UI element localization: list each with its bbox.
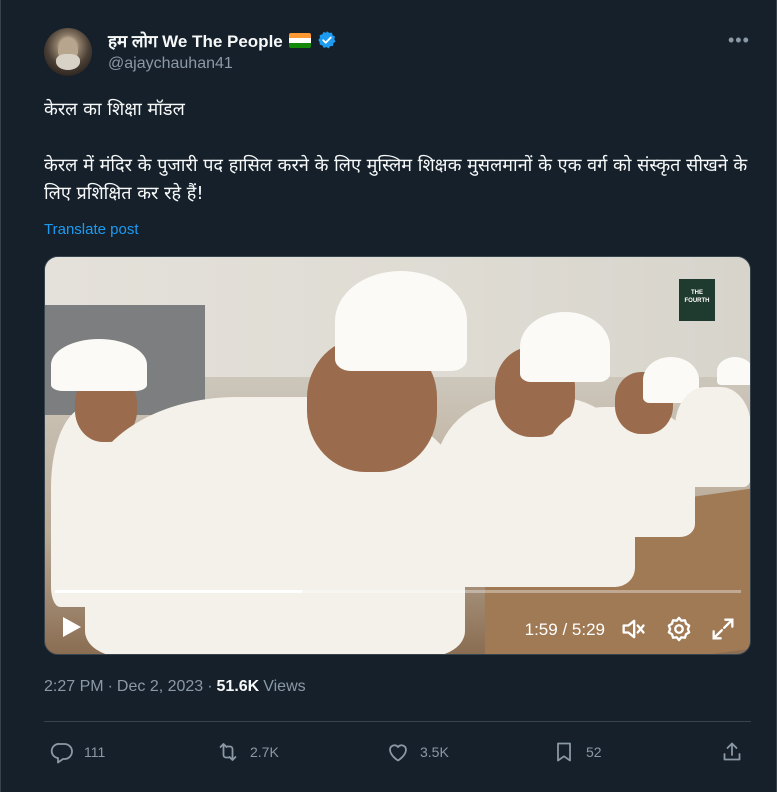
meta-dot: ·	[107, 678, 113, 695]
video-controls: 1:59 / 5:29	[45, 609, 750, 649]
share-icon	[723, 742, 741, 761]
india-flag-icon	[288, 32, 311, 48]
repost-button[interactable]: 2.7K	[216, 736, 279, 768]
video-time: 1:59 / 5:29	[525, 620, 605, 640]
translate-post-link[interactable]: Translate post	[44, 221, 139, 238]
video-progress-fill	[55, 590, 302, 593]
like-count: 3.5K	[420, 744, 449, 760]
video-frame-student-cap	[520, 312, 610, 382]
heart-icon	[389, 744, 407, 762]
actions-divider	[44, 721, 751, 722]
author-name-row: हम लोग We The People	[108, 29, 337, 51]
left-border	[0, 0, 1, 792]
video-progress-bar[interactable]	[55, 590, 741, 593]
views-label: Views	[263, 678, 306, 695]
tweet-date[interactable]: Dec 2, 2023	[117, 678, 203, 696]
author-display-name[interactable]: हम लोग We The People	[108, 29, 283, 52]
play-icon[interactable]	[63, 617, 81, 637]
settings-icon[interactable]	[665, 615, 693, 643]
bookmark-button[interactable]: 52	[552, 736, 602, 768]
bookmark-icon	[557, 742, 571, 762]
video-frame-student-cap	[717, 357, 750, 385]
channel-logo-line-1: THE	[691, 290, 703, 296]
video-duration: 5:29	[571, 620, 605, 639]
reply-icon	[50, 743, 73, 764]
channel-logo: THE FOURTH	[679, 279, 715, 321]
reply-count: 111	[84, 744, 106, 760]
video-current-time: 1:59	[524, 620, 558, 639]
tweet-paragraph-1: केरल का शिक्षा मॉडल	[44, 99, 185, 120]
video-time-separator: /	[562, 620, 568, 639]
video-frame-student	[545, 407, 695, 537]
video-player[interactable]: THE FOURTH 1:59 / 5:29	[44, 256, 751, 655]
tweet-text: केरल का शिक्षा मॉडल केरल में मंदिर के पु…	[44, 96, 756, 208]
video-frame-student-cap	[335, 271, 467, 371]
volume-icon[interactable]	[619, 615, 647, 643]
bookmark-count: 52	[586, 744, 602, 760]
views-count: 51.6K	[216, 678, 260, 695]
avatar-beard	[56, 54, 80, 70]
repost-count: 2.7K	[250, 744, 279, 760]
video-frame-student-cap	[51, 339, 147, 391]
author-handle[interactable]: @ajaychauhan41	[108, 55, 233, 73]
channel-logo-line-2: FOURTH	[684, 298, 710, 304]
share-button[interactable]	[720, 736, 744, 768]
meta-dot: ·	[207, 678, 213, 695]
tweet-meta: 2:27 PM · Dec 2, 2023 · 51.6K Views	[44, 678, 306, 696]
verified-badge-icon[interactable]	[317, 30, 337, 50]
tweet-paragraph-2: केरल में मंदिर के पुजारी पद हासिल करने क…	[44, 155, 748, 204]
tweet-actions: 111 2.7K 3.5K 52	[44, 736, 751, 768]
more-options-icon[interactable]: •••	[728, 30, 750, 51]
reply-button[interactable]: 111	[50, 736, 105, 768]
video-frame-student	[675, 387, 750, 487]
like-button[interactable]: 3.5K	[386, 736, 449, 768]
fullscreen-icon[interactable]	[709, 615, 737, 643]
tweet-time[interactable]: 2:27 PM	[44, 678, 104, 696]
author-avatar[interactable]	[44, 28, 92, 76]
repost-icon	[219, 743, 237, 761]
